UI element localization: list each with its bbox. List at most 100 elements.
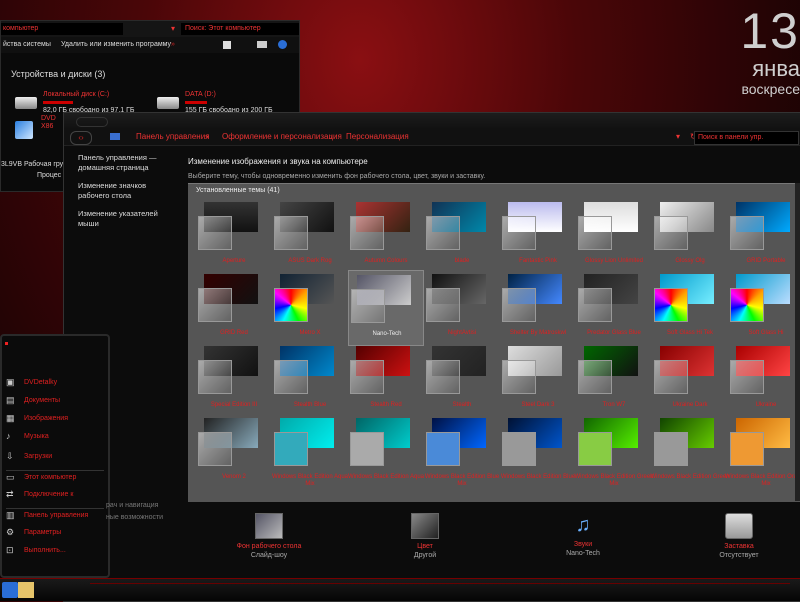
window-title-bar[interactable] — [64, 113, 800, 129]
start-item-label: DVDetalky — [24, 379, 58, 386]
theme-item[interactable]: Glossy Lion Unlimited — [576, 198, 650, 272]
start-menu-item[interactable]: ▦ Изображения — [6, 412, 104, 426]
theme-label: Windows Black Edition Blue Mix — [424, 474, 500, 487]
start-menu-item[interactable]: ▥ Панель управления — [6, 508, 104, 523]
theme-color-swatch — [578, 432, 612, 466]
theme-item[interactable]: GRID Red — [196, 270, 270, 344]
start-menu-item[interactable]: ⇄ Подключение к — [6, 488, 104, 502]
start-item-icon: ▣ — [6, 377, 15, 387]
theme-color-swatch — [654, 288, 688, 322]
theme-item[interactable]: ASUS Dark Rog — [272, 198, 346, 272]
start-menu-item[interactable]: ▭ Этот компьютер — [6, 470, 104, 485]
uninstall-program-button[interactable]: Удалить или изменить программу — [61, 41, 171, 48]
back-button[interactable]: ‹› — [70, 131, 92, 145]
theme-item[interactable]: Autumn Colours — [348, 198, 422, 272]
start-menu-item[interactable]: ♪ Музыка — [6, 430, 104, 444]
themes-scrollbar[interactable] — [795, 183, 800, 501]
start-menu-item[interactable]: ⚙ Параметры — [6, 526, 104, 540]
color-button[interactable]: Цвет Другой — [370, 513, 480, 559]
theme-item[interactable]: Stealth Red — [348, 342, 422, 416]
start-menu-item[interactable]: ⇩ Загрузки — [6, 450, 104, 464]
start-menu[interactable]: ▣ DVDetalky ▤ Документы ▦ Изображения ♪ Музыка ⇩… — [0, 334, 110, 578]
theme-item[interactable]: Windows Black Edition Blue Mix — [424, 414, 499, 488]
theme-item[interactable]: Predator Glass Blue — [576, 270, 650, 344]
desktop-background-button[interactable]: Фон рабочего стола Слайд-шоу — [214, 513, 324, 559]
dropdown-arrow-icon[interactable]: ▾ — [171, 24, 175, 33]
start-menu-item[interactable]: ▣ DVDetalky — [6, 376, 104, 390]
file-explorer-taskbar-icon[interactable] — [18, 582, 34, 598]
theme-item[interactable]: Aperture — [196, 198, 270, 272]
theme-color-swatch — [730, 216, 764, 250]
breadcrumb-personalization[interactable]: Персонализация — [346, 132, 409, 141]
theme-label: Autumn Colours — [364, 258, 408, 264]
pane-icon[interactable] — [257, 41, 267, 48]
themes-list[interactable]: Установленные темы (41) Aperture ASUS Dar… — [188, 183, 800, 502]
breadcrumb-control-panel[interactable]: Панель управления — [136, 132, 210, 141]
start-menu-item[interactable]: ▤ Документы — [6, 394, 104, 408]
dropdown-arrow-icon[interactable]: ▾ — [676, 132, 680, 141]
drive-usage-bar — [185, 101, 207, 104]
explorer-address-bar: компьютер ▾ Поиск: Этот компьютер — [1, 21, 299, 37]
control-panel-search-input[interactable]: Поиск в панели упр. — [694, 131, 799, 145]
theme-item[interactable]: blade — [424, 198, 498, 272]
theme-color-swatch — [654, 360, 688, 394]
theme-item[interactable]: Special Edition III — [196, 342, 270, 416]
theme-item[interactable]: Windows Black Edition Green Mix — [574, 414, 654, 488]
drive-usage-bar — [43, 101, 73, 104]
theme-item[interactable]: GRID Portable — [728, 198, 800, 272]
theme-color-swatch — [198, 288, 232, 322]
theme-item[interactable]: Soft Glass Hi — [728, 270, 800, 344]
theme-item[interactable]: Shelter By Matroskwl — [500, 270, 574, 344]
start-side-item[interactable]: рач и навигация — [106, 500, 163, 512]
theme-label: Soft Glass Hi — [748, 330, 784, 336]
theme-item[interactable]: Stealth — [424, 342, 498, 416]
theme-item[interactable]: Stealth Blue — [272, 342, 346, 416]
desktop-background-value: Слайд-шоу — [250, 552, 288, 559]
theme-item[interactable]: Windows Black Edition Blue — [500, 414, 575, 488]
theme-item[interactable]: Fantastic Pink — [500, 198, 574, 272]
theme-item[interactable]: Nano-Tech — [348, 270, 424, 346]
theme-label: GRID Portable — [746, 258, 786, 264]
theme-item[interactable]: Soft Glass Hi Tek — [652, 270, 726, 344]
personalization-window[interactable]: ‹› Панель управления › Оформление и перс… — [63, 112, 800, 602]
theme-item[interactable]: Metro X — [272, 270, 346, 344]
theme-item[interactable]: Venom 2 — [196, 414, 270, 488]
theme-item[interactable]: Ukraine — [728, 342, 800, 416]
theme-label: Ukraine Dark — [672, 402, 708, 408]
sidebar-link-mouse-pointers[interactable]: Изменение указателей мыши — [78, 209, 178, 229]
view-icon[interactable] — [223, 41, 231, 49]
explorer-search-input[interactable]: Поиск: Этот компьютер — [181, 23, 299, 35]
navigation-bar: ‹› Панель управления › Оформление и перс… — [64, 129, 800, 146]
desktop-background-label: Фон рабочего стола — [236, 543, 302, 550]
start-item-icon: ▦ — [6, 413, 15, 423]
theme-color-swatch — [350, 432, 384, 466]
sounds-label: Звуки — [573, 541, 593, 548]
start-menu-item[interactable]: ⊡ Выполнить... — [6, 544, 104, 558]
start-button[interactable] — [2, 582, 18, 598]
theme-color-swatch — [730, 360, 764, 394]
theme-item[interactable]: Windows Black Edition Green — [650, 414, 730, 488]
theme-item[interactable]: Tron W7 — [576, 342, 650, 416]
theme-item[interactable]: Windows Black Edition Aqua Mix — [272, 414, 348, 488]
help-icon[interactable] — [278, 40, 287, 49]
devices-group-title: Устройства и диски (3) — [11, 69, 106, 79]
theme-item[interactable]: Windows Black Edition Aqua — [348, 414, 424, 488]
explorer-address-field[interactable]: компьютер — [1, 23, 123, 35]
system-properties-button[interactable]: йства системы — [3, 41, 51, 48]
start-item-icon: ⇄ — [6, 489, 14, 499]
menu-marker-icon — [5, 342, 8, 345]
breadcrumb-appearance[interactable]: Оформление и персонализация — [222, 132, 342, 141]
theme-item[interactable]: Windows Black Edition Orange Mix — [725, 414, 800, 488]
more-chevron-icon[interactable]: » — [171, 41, 175, 48]
sidebar-link-home[interactable]: Панель управления — домашняя страница — [78, 153, 178, 173]
start-side-item[interactable]: ные возможности — [106, 512, 163, 524]
theme-item[interactable]: Steel Dark 3 — [500, 342, 574, 416]
theme-item[interactable]: NightAvtisi — [424, 270, 498, 344]
breadcrumb-separator: › — [330, 132, 333, 141]
theme-item[interactable]: Ukraine Dark — [652, 342, 726, 416]
screensaver-button[interactable]: Заставка Отсутствует — [684, 513, 794, 559]
theme-item[interactable]: Glossy Olg — [652, 198, 726, 272]
sounds-button[interactable]: ♫ Звуки Nano-Tech — [528, 513, 638, 557]
sidebar-link-desktop-icons[interactable]: Изменение значков рабочего стола — [78, 181, 178, 201]
theme-color-swatch — [502, 288, 536, 322]
